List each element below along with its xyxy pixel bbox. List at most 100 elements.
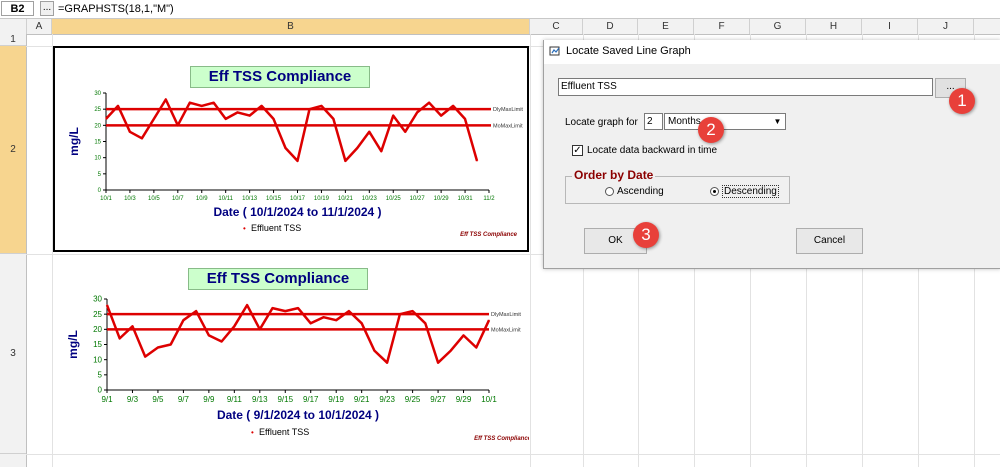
x-tick-label: 9/13 bbox=[252, 395, 268, 404]
x-axis-label: Date ( 9/1/2024 to 10/1/2024 ) bbox=[217, 408, 379, 422]
data-point bbox=[380, 150, 382, 152]
row-header-2[interactable]: 2 bbox=[0, 46, 26, 254]
data-point bbox=[476, 160, 478, 162]
column-header-f[interactable]: F bbox=[694, 19, 750, 34]
data-point bbox=[404, 131, 406, 133]
x-axis-label: Date ( 10/1/2024 to 11/1/2024 ) bbox=[213, 205, 381, 219]
data-point bbox=[368, 131, 370, 133]
column-headers: A B C D E F G H I J bbox=[0, 19, 1000, 35]
name-box[interactable]: B2 bbox=[1, 1, 34, 16]
column-header-a[interactable]: A bbox=[27, 19, 52, 34]
legend-entry: Effluent TSS bbox=[251, 223, 301, 233]
y-axis-label: mg/L bbox=[67, 127, 81, 156]
x-tick-label: 9/21 bbox=[354, 395, 370, 404]
x-tick-label: 9/3 bbox=[127, 395, 139, 404]
column-header-e[interactable]: E bbox=[638, 19, 694, 34]
x-tick-label: 9/15 bbox=[277, 395, 293, 404]
x-tick-label: 10/17 bbox=[290, 196, 306, 202]
column-header-j[interactable]: J bbox=[918, 19, 974, 34]
formula-expand-button[interactable]: ... bbox=[40, 1, 54, 16]
x-tick-label: 10/13 bbox=[242, 196, 258, 202]
column-header-k[interactable] bbox=[974, 19, 1000, 34]
data-point bbox=[208, 334, 210, 336]
column-header-c[interactable]: C bbox=[530, 19, 583, 34]
data-point bbox=[131, 325, 134, 327]
formula-bar: B2 ... =GRAPHSTS(18,1,"M") bbox=[0, 0, 1000, 19]
x-tick-label: 10/27 bbox=[410, 196, 426, 202]
x-tick-label: 10/1 bbox=[100, 196, 112, 202]
data-point bbox=[177, 124, 179, 126]
x-tick-label: 9/23 bbox=[379, 395, 395, 404]
x-tick-label: 9/1 bbox=[101, 395, 113, 404]
data-point bbox=[348, 310, 350, 312]
column-header-h[interactable]: H bbox=[806, 19, 862, 34]
locate-graph-dialog: Locate Saved Line Graph Effluent TSS ...… bbox=[543, 40, 1000, 269]
dialog-title: Locate Saved Line Graph bbox=[566, 45, 691, 57]
x-tick-label: 11/2 bbox=[483, 196, 495, 202]
x-tick-label: 9/9 bbox=[203, 395, 215, 404]
chart-september[interactable]: Eff TSS Compliance 0 5 10 15 20 25 30 9/1 9/3 9/5… bbox=[53, 262, 529, 452]
data-point bbox=[157, 346, 159, 349]
chevron-down-icon[interactable]: ▼ bbox=[770, 114, 785, 129]
y-tick-label: 20 bbox=[94, 123, 101, 129]
data-point bbox=[165, 98, 167, 101]
column-header-d[interactable]: D bbox=[583, 19, 638, 34]
data-point bbox=[296, 160, 299, 162]
y-tick-label: 20 bbox=[93, 325, 102, 334]
x-tick-label: 10/19 bbox=[314, 196, 330, 202]
data-point bbox=[320, 105, 323, 107]
data-point bbox=[424, 322, 426, 324]
data-point bbox=[386, 362, 388, 364]
data-point bbox=[452, 105, 454, 107]
data-point bbox=[272, 118, 275, 120]
radio-selected-dot bbox=[713, 190, 716, 193]
data-point bbox=[462, 334, 465, 336]
data-point bbox=[195, 310, 197, 312]
data-point bbox=[416, 111, 418, 113]
chart-plot-september: 0 5 10 15 20 25 30 9/1 9/3 9/5 9/7 9/9 9/11 9/13 9/15 9… bbox=[66, 295, 529, 442]
data-point bbox=[464, 118, 466, 120]
data-point bbox=[225, 118, 227, 120]
data-point bbox=[332, 118, 334, 120]
data-point bbox=[373, 349, 375, 352]
data-point bbox=[233, 325, 235, 327]
dialog-titlebar[interactable]: Locate Saved Line Graph bbox=[544, 40, 1000, 64]
row-header-3[interactable]: 3 bbox=[0, 254, 26, 454]
data-point bbox=[399, 313, 401, 315]
locate-backward-checkbox[interactable]: ✓ bbox=[572, 145, 583, 156]
column-header-b[interactable]: B bbox=[52, 19, 530, 34]
cancel-button[interactable]: Cancel bbox=[796, 228, 863, 254]
formula-input[interactable]: =GRAPHSTS(18,1,"M") bbox=[58, 2, 174, 16]
step-marker-3: 3 bbox=[633, 222, 659, 248]
column-header-i[interactable]: I bbox=[862, 19, 918, 34]
limit-label: DlyMaxLimit bbox=[493, 107, 523, 113]
limit-label: MoMaxLimit bbox=[491, 327, 521, 333]
y-axis-label: mg/L bbox=[66, 330, 80, 359]
row-header-1[interactable]: 1 bbox=[0, 34, 26, 46]
x-tick-label: 10/9 bbox=[196, 196, 208, 202]
y-tick-label: 30 bbox=[93, 295, 102, 304]
data-point bbox=[117, 105, 119, 107]
y-tick-label: 30 bbox=[94, 91, 101, 97]
data-point bbox=[284, 147, 287, 149]
descending-radio[interactable] bbox=[710, 187, 719, 196]
data-point bbox=[106, 304, 108, 306]
graph-name-field[interactable]: Effluent TSS bbox=[558, 78, 933, 96]
data-point bbox=[310, 322, 312, 324]
grid-line bbox=[26, 454, 1000, 455]
data-point bbox=[297, 307, 299, 309]
x-tick-label: 10/5 bbox=[148, 196, 160, 202]
column-header-g[interactable]: G bbox=[750, 19, 806, 34]
chart-october[interactable]: Eff TSS Compliance 0 5 10 15 20 25 30 10/1 10/3 1… bbox=[53, 46, 529, 252]
select-all-corner[interactable] bbox=[0, 19, 27, 34]
ascending-radio[interactable] bbox=[605, 187, 614, 196]
x-tick-label: 9/11 bbox=[227, 395, 243, 404]
y-tick-label: 10 bbox=[93, 355, 102, 364]
period-count-input[interactable]: 2 bbox=[644, 113, 663, 130]
data-point bbox=[105, 118, 107, 120]
data-point bbox=[412, 310, 414, 312]
period-unit-select[interactable]: Months ▼ bbox=[664, 113, 786, 130]
data-point bbox=[141, 137, 143, 139]
descending-label: Descending bbox=[722, 185, 779, 198]
x-tick-label: 10/7 bbox=[172, 196, 184, 202]
